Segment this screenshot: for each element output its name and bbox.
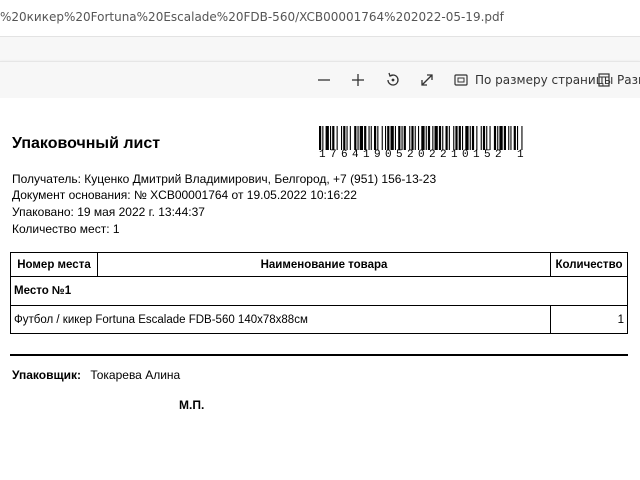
place-row: Место №1 xyxy=(10,276,628,306)
item-name-cell: Футбол / кикер Fortuna Escalade FDB-560 … xyxy=(10,305,551,334)
header-quantity: Количество xyxy=(550,252,628,277)
header-item-name: Наименование товара xyxy=(97,252,551,277)
zoom-out-button[interactable] xyxy=(316,68,332,92)
zoom-in-icon xyxy=(350,72,366,88)
page-view-label: Разм xyxy=(617,73,640,87)
packer-label: Упаковщик: xyxy=(12,368,81,382)
packer-name: Токарева Алина xyxy=(90,368,181,382)
item-quantity-cell: 1 xyxy=(550,305,628,334)
zoom-in-button[interactable] xyxy=(350,68,366,92)
packed-date-line: Упаковано: 19 мая 2022 г. 13:44:37 xyxy=(12,205,205,219)
fit-page-button[interactable]: По размеру страницы xyxy=(453,68,613,92)
pdf-page: Упаковочный лист 17641905202210152 1 Пол… xyxy=(0,98,640,480)
page-view-button[interactable]: Разм xyxy=(597,68,640,92)
items-table: Номер места Наименование товара Количест… xyxy=(10,252,628,334)
stamp-place-label: М.П. xyxy=(179,398,205,412)
fullscreen-icon xyxy=(419,72,435,88)
zoom-out-icon xyxy=(316,72,332,88)
document-title: Упаковочный лист xyxy=(12,135,161,152)
url-text[interactable]: %20кикер%20Fortuna%20Escalade%20FDB-560/… xyxy=(0,10,504,24)
toolbar-spacer xyxy=(0,37,640,61)
page-view-icon xyxy=(597,72,611,88)
rotate-button[interactable] xyxy=(385,68,401,92)
pdf-toolbar: По размеру страницы Разм xyxy=(0,61,640,99)
barcode-image xyxy=(319,126,523,150)
recipient-line: Получатель: Куценко Дмитрий Владимирович… xyxy=(12,172,437,186)
packer-line: Упаковщик: Токарева Алина xyxy=(12,368,180,382)
place-label: Место №1 xyxy=(10,276,628,306)
places-count-line: Количество мест: 1 xyxy=(12,222,120,236)
fit-page-icon xyxy=(453,72,469,88)
table-row: Футбол / кикер Fortuna Escalade FDB-560 … xyxy=(10,305,628,334)
fullscreen-button[interactable] xyxy=(419,68,435,92)
divider-line xyxy=(10,354,628,356)
address-bar[interactable]: %20кикер%20Fortuna%20Escalade%20FDB-560/… xyxy=(0,0,640,37)
fit-page-label: По размеру страницы xyxy=(475,73,614,87)
basis-document-line: Документ основания: № XCB00001764 от 19.… xyxy=(12,188,357,202)
header-place-number: Номер места xyxy=(10,252,98,277)
table-header-row: Номер места Наименование товара Количест… xyxy=(10,252,628,277)
barcode-number: 17641905202210152 1 xyxy=(319,149,529,161)
rotate-icon xyxy=(385,72,401,88)
